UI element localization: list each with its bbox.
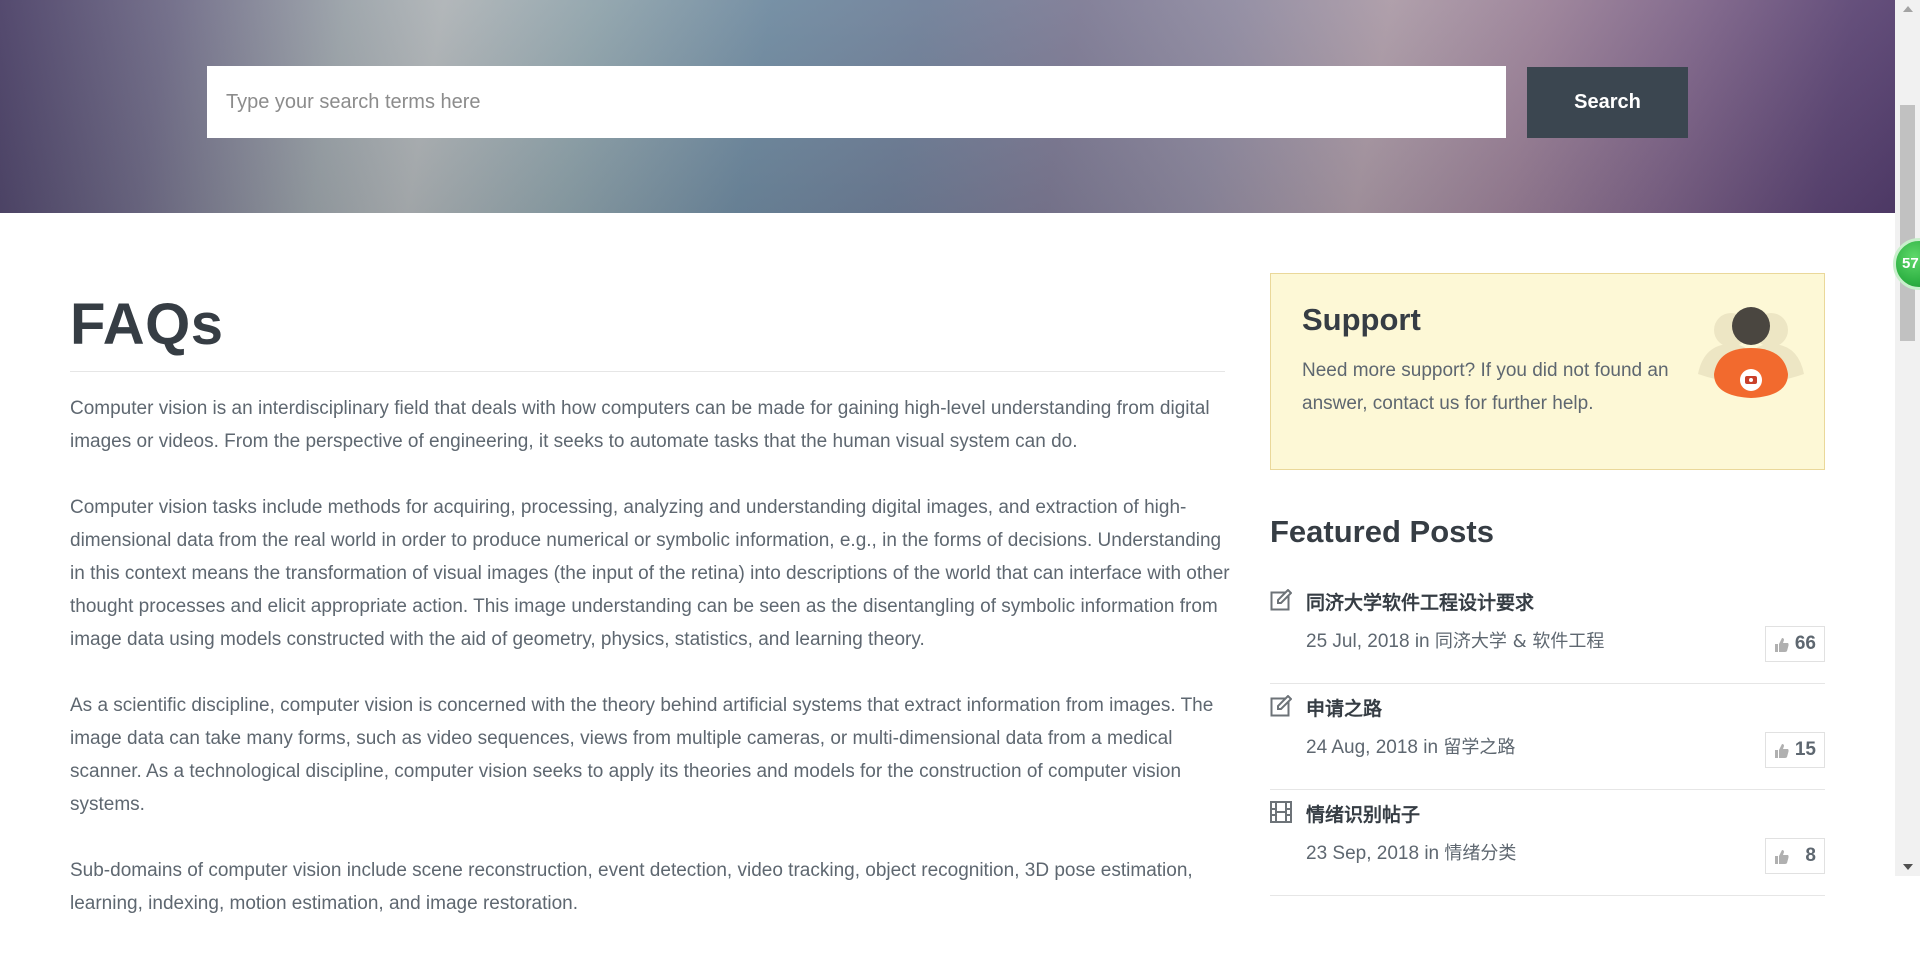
faq-paragraphs: Computer vision is an interdisciplinary … — [70, 392, 1230, 953]
edit-icon — [1270, 589, 1292, 611]
post-category[interactable]: 情绪分类 — [1444, 843, 1516, 864]
post-in: in — [1424, 843, 1440, 864]
likes-count: 8 — [1805, 845, 1816, 866]
faq-paragraph: Computer vision is an interdisciplinary … — [70, 398, 1210, 452]
search-input[interactable] — [207, 66, 1506, 138]
post-meta: 24 Aug, 2018 in 留学之路 — [1306, 733, 1515, 759]
thumbs-up-icon — [1775, 638, 1789, 652]
likes-count: 66 — [1794, 633, 1816, 654]
post-title[interactable]: 情绪识别帖子 — [1306, 800, 1420, 827]
scroll-down-arrow-icon[interactable] — [1903, 864, 1913, 870]
edit-icon — [1270, 695, 1292, 717]
title-divider — [70, 371, 1225, 372]
faq-paragraph: As a scientific discipline, computer vis… — [70, 695, 1214, 815]
film-icon — [1270, 801, 1292, 823]
likes-badge[interactable]: 15 — [1765, 732, 1825, 768]
thumbs-up-icon — [1775, 850, 1789, 864]
scroll-up-arrow-icon[interactable] — [1903, 6, 1913, 12]
featured-post[interactable]: 申请之路 24 Aug, 2018 in 留学之路 15 — [1270, 685, 1825, 790]
post-category[interactable]: 同济大学 & 软件工程 — [1435, 631, 1604, 652]
support-agent-icon — [1698, 307, 1804, 398]
post-meta: 25 Jul, 2018 in 同济大学 & 软件工程 — [1306, 627, 1604, 653]
likes-badge[interactable]: 8 — [1765, 838, 1825, 874]
post-category[interactable]: 留学之路 — [1443, 737, 1515, 758]
post-date: 25 Jul, 2018 — [1306, 631, 1410, 652]
likes-count: 15 — [1794, 739, 1816, 760]
faq-paragraph: Computer vision tasks include methods fo… — [70, 497, 1230, 650]
post-in: in — [1414, 631, 1430, 652]
featured-posts-title: Featured Posts — [1270, 514, 1494, 549]
post-in: in — [1423, 737, 1439, 758]
scroll-thumb[interactable] — [1900, 105, 1915, 341]
support-title: Support — [1302, 302, 1421, 337]
page-title: FAQs — [70, 292, 224, 357]
vertical-scrollbar[interactable] — [1895, 0, 1920, 876]
thumbs-up-icon — [1775, 744, 1789, 758]
likes-badge[interactable]: 66 — [1765, 626, 1825, 662]
post-title[interactable]: 申请之路 — [1306, 694, 1382, 721]
featured-post[interactable]: 情绪识别帖子 23 Sep, 2018 in 情绪分类 8 — [1270, 791, 1825, 896]
post-date: 23 Sep, 2018 — [1306, 843, 1420, 864]
featured-post[interactable]: 同济大学软件工程设计要求 25 Jul, 2018 in 同济大学 & 软件工程… — [1270, 579, 1825, 684]
faq-paragraph: Sub-domains of computer vision include s… — [70, 860, 1193, 914]
support-text: Need more support? If you did not found … — [1302, 360, 1669, 414]
support-box: Support Need more support? If you did no… — [1270, 273, 1825, 470]
post-meta: 23 Sep, 2018 in 情绪分类 — [1306, 839, 1516, 865]
post-date: 24 Aug, 2018 — [1306, 737, 1418, 758]
search-button[interactable]: Search — [1527, 67, 1688, 138]
post-title[interactable]: 同济大学软件工程设计要求 — [1306, 588, 1534, 615]
